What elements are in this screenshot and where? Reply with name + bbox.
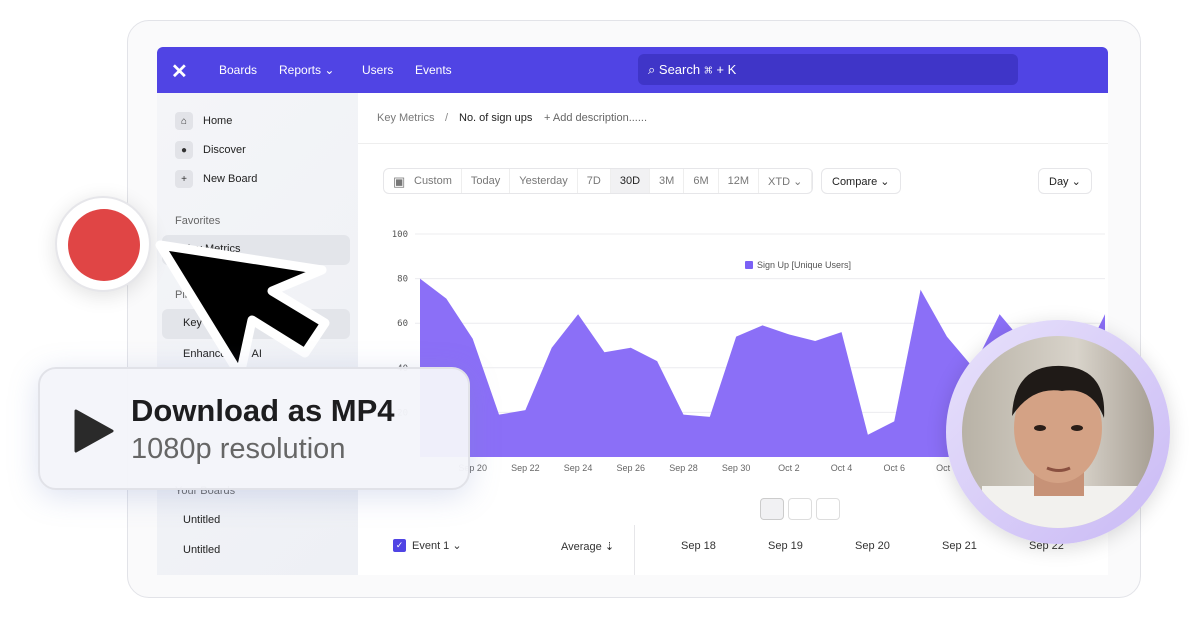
person-avatar-icon [982, 365, 1142, 528]
board-item[interactable]: Untitled [183, 544, 220, 556]
cursor-arrow-icon [155, 240, 330, 380]
x-tick-label: Oct 4 [831, 463, 853, 473]
download-subtitle: 1080p resolution [131, 433, 346, 465]
y-tick-label: 100 [392, 230, 408, 240]
webcam-bubble[interactable] [946, 320, 1170, 544]
event-label: Event 1 ⌄ [412, 540, 462, 552]
x-tick-label: Sep 26 [617, 463, 646, 473]
record-icon [68, 209, 140, 281]
x-tick-label: Sep 28 [669, 463, 698, 473]
table-column-header: Sep 19 [768, 540, 803, 552]
event-selector[interactable]: ✓ Event 1 ⌄ [393, 539, 462, 552]
layout-split-icon[interactable] [760, 498, 784, 520]
table-column-header: Sep 21 [942, 540, 977, 552]
x-tick-label: Sep 24 [564, 463, 593, 473]
x-tick-label: Oct 6 [883, 463, 905, 473]
metric-label: Average [561, 541, 602, 553]
download-title: Download as MP4 [131, 393, 395, 428]
play-icon [74, 409, 114, 453]
metric-sort[interactable]: Average ⇣ [561, 540, 614, 553]
x-tick-label: Sep 30 [722, 463, 751, 473]
x-tick-label: Sep 22 [511, 463, 540, 473]
y-tick-label: 80 [397, 275, 408, 285]
layout-toggle [760, 498, 840, 520]
record-button[interactable] [55, 196, 151, 292]
board-item[interactable]: Untitled [183, 514, 220, 526]
x-tick-label: Oct 2 [778, 463, 800, 473]
layout-top-icon[interactable] [788, 498, 812, 520]
sort-icon: ⇣ [604, 541, 615, 553]
checkbox-icon[interactable]: ✓ [393, 539, 406, 552]
download-mp4-card[interactable]: Download as MP4 1080p resolution [38, 367, 470, 490]
table-column-header: Sep 20 [855, 540, 890, 552]
divider [634, 525, 635, 575]
layout-bottom-icon[interactable] [816, 498, 840, 520]
webcam-video [962, 336, 1154, 528]
y-tick-label: 60 [397, 319, 408, 329]
table-column-header: Sep 18 [681, 540, 716, 552]
